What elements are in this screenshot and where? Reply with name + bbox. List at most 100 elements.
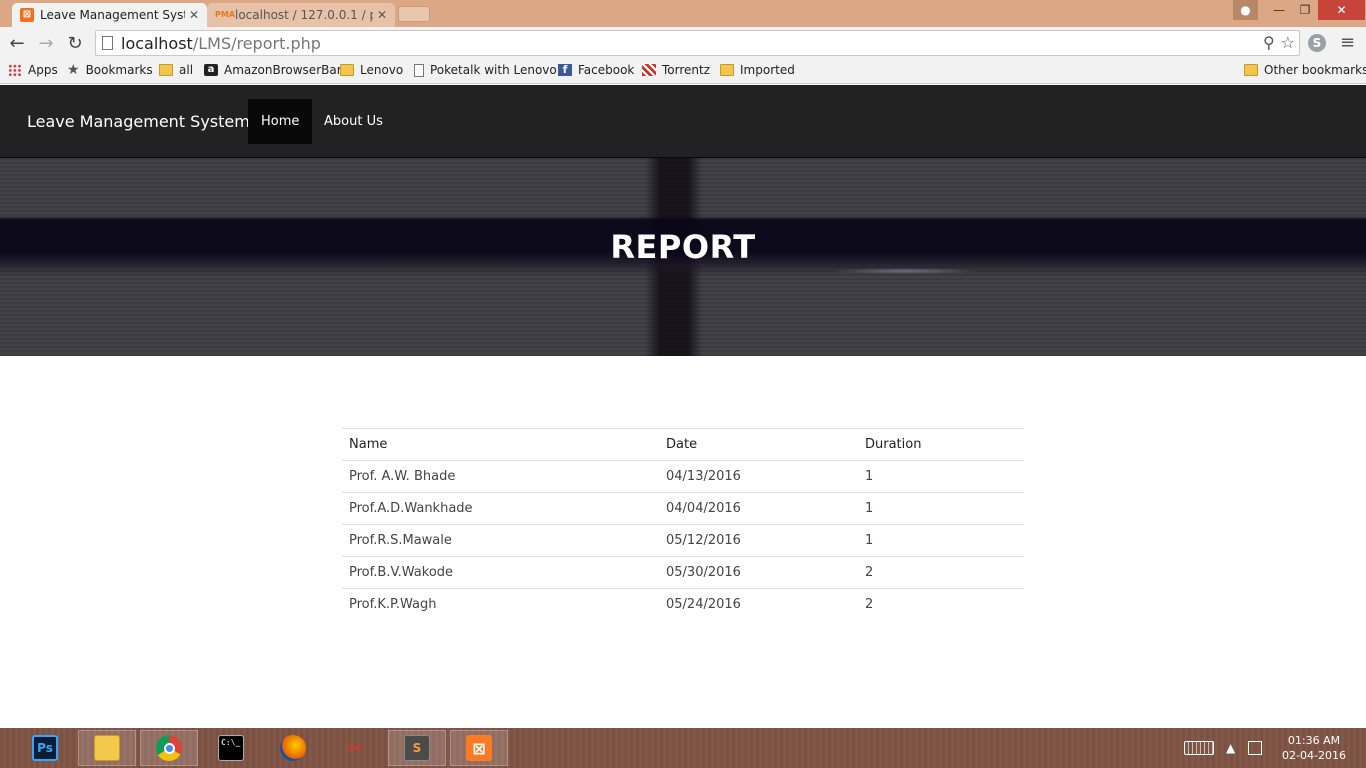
tab-title: Leave Management Syste <box>40 8 185 22</box>
taskbar-photoshop[interactable]: Ps <box>16 730 74 766</box>
taskbar-sublime-text[interactable]: S <box>388 730 446 766</box>
bookmark-other[interactable]: Other bookmarks <box>1244 63 1366 77</box>
cell-duration: 2 <box>858 588 1024 621</box>
firefox-icon <box>280 735 306 761</box>
show-hidden-icons-icon[interactable]: ▲ <box>1226 728 1235 768</box>
taskbar-chrome[interactable] <box>140 730 198 766</box>
address-bar[interactable]: localhost/LMS/report.php ⚲ ☆ <box>95 30 1300 56</box>
cell-duration: 2 <box>858 556 1024 589</box>
amazon-icon: a <box>204 64 218 76</box>
cell-name: Prof.A.D.Wankhade <box>342 492 659 525</box>
forward-arrow-icon[interactable]: → <box>35 32 57 54</box>
cell-date: 05/30/2016 <box>659 556 858 589</box>
bookmark-label: Lenovo <box>360 63 404 77</box>
touch-keyboard-icon[interactable] <box>1184 741 1214 755</box>
chrome-menu-icon[interactable]: ≡ <box>1340 32 1355 53</box>
phpmyadmin-favicon-icon: PMA <box>215 10 236 19</box>
chrome-icon <box>156 735 182 761</box>
bookmarks-bar: Apps ★ Bookmarks all a AmazonBrowserBar Le… <box>0 59 1366 84</box>
search-icon[interactable]: ⚲ <box>1263 33 1275 52</box>
bookmark-torrentz[interactable]: Torrentz <box>642 63 710 77</box>
tab-leave-management[interactable]: ⊠ Leave Management Syste ✕ <box>12 3 207 27</box>
sublime-text-icon: S <box>404 735 430 761</box>
xampp-favicon-icon: ⊠ <box>20 8 34 22</box>
power-status-icon[interactable] <box>1248 741 1262 755</box>
skype-extension-icon[interactable]: S <box>1308 34 1326 52</box>
page-icon <box>414 63 424 77</box>
hero-background-glint <box>830 268 980 274</box>
table-row: Prof.K.P.Wagh 05/24/2016 2 <box>342 588 1024 621</box>
facebook-icon: f <box>558 64 572 76</box>
file-explorer-icon <box>94 735 120 761</box>
reload-icon[interactable]: ↻ <box>64 32 86 54</box>
folder-icon <box>340 64 354 76</box>
cell-name: Prof.R.S.Mawale <box>342 524 659 557</box>
windows-taskbar: Ps C:\_ ✂ S ⊠ ▲ 01:36 AM 02-04-2016 <box>0 728 1366 768</box>
close-icon[interactable]: ✕ <box>189 8 199 22</box>
folder-icon <box>159 64 173 76</box>
url-path: /LMS/report.php <box>192 33 321 53</box>
nav-about-us[interactable]: About Us <box>311 99 396 144</box>
bookmark-label: Facebook <box>578 63 635 77</box>
bookmark-label: Other bookmarks <box>1264 63 1366 77</box>
new-tab-button[interactable] <box>398 6 430 22</box>
photoshop-icon: Ps <box>32 735 58 761</box>
bookmark-star-icon[interactable]: ☆ <box>1281 33 1295 52</box>
table-header-row: Name Date Duration <box>342 428 1024 461</box>
cell-date: 04/13/2016 <box>659 460 858 493</box>
bookmark-all[interactable]: all <box>159 63 193 77</box>
clock-time: 01:36 AM <box>1287 734 1341 747</box>
bookmark-label: Bookmarks <box>85 63 153 77</box>
taskbar-firefox[interactable] <box>264 730 322 766</box>
page-title: REPORT <box>610 228 756 266</box>
cell-duration: 1 <box>858 524 1024 557</box>
bookmark-amazon[interactable]: a AmazonBrowserBar <box>204 63 342 77</box>
page-icon <box>102 36 113 50</box>
table-row: Prof.R.S.Mawale 05/12/2016 1 <box>342 524 1024 557</box>
bookmark-label: Torrentz <box>662 63 711 77</box>
taskbar-xampp[interactable]: ⊠ <box>450 730 508 766</box>
bookmark-imported[interactable]: Imported <box>720 63 795 77</box>
report-table: Name Date Duration Prof. A.W. Bhade 04/1… <box>342 428 1024 621</box>
url-host: localhost <box>121 33 193 53</box>
taskbar-command-prompt[interactable]: C:\_ <box>202 730 260 766</box>
window-close-icon[interactable]: ✕ <box>1318 0 1365 20</box>
minimize-icon[interactable]: — <box>1266 0 1292 20</box>
apps-icon <box>8 64 22 76</box>
site-navbar: Leave Management System Home About Us <box>0 85 1366 158</box>
taskbar-file-explorer[interactable] <box>78 730 136 766</box>
back-arrow-icon[interactable]: ← <box>6 32 28 54</box>
cell-date: 05/12/2016 <box>659 524 858 557</box>
table-row: Prof.A.D.Wankhade 04/04/2016 1 <box>342 492 1024 525</box>
cell-name: Prof. A.W. Bhade <box>342 460 659 493</box>
command-prompt-icon: C:\_ <box>218 735 244 761</box>
close-icon[interactable]: ✕ <box>377 8 387 22</box>
xampp-icon: ⊠ <box>466 735 492 761</box>
browser-toolbar: ← → ↻ localhost/LMS/report.php ⚲ ☆ S ≡ <box>0 27 1366 59</box>
folder-icon <box>720 64 734 76</box>
cell-name: Prof.B.V.Wakode <box>342 556 659 589</box>
table-row: Prof. A.W. Bhade 04/13/2016 1 <box>342 460 1024 493</box>
tab-title: localhost / 127.0.0.1 / proj <box>235 8 373 22</box>
bookmark-facebook[interactable]: f Facebook <box>558 63 634 77</box>
tab-phpmyadmin[interactable]: PMA localhost / 127.0.0.1 / proj ✕ <box>207 3 395 27</box>
cell-duration: 1 <box>858 460 1024 493</box>
hero-banner: REPORT <box>0 158 1366 356</box>
bookmark-poketalk[interactable]: Poketalk with Lenovo <box>414 63 557 77</box>
bookmark-apps[interactable]: Apps <box>8 63 58 77</box>
browser-tab-strip: ⊠ Leave Management Syste ✕ PMA localhost… <box>0 0 1366 27</box>
snipping-tool-icon: ✂ <box>346 736 364 760</box>
user-profile-icon[interactable]: ● <box>1233 0 1258 20</box>
system-clock[interactable]: 01:36 AM 02-04-2016 <box>1276 733 1352 763</box>
bookmark-bookmarks[interactable]: ★ Bookmarks <box>67 63 153 77</box>
taskbar-snipping-tool[interactable]: ✂ <box>326 730 384 766</box>
cell-duration: 1 <box>858 492 1024 525</box>
bookmark-label: Apps <box>28 63 58 77</box>
cell-name: Prof.K.P.Wagh <box>342 588 659 621</box>
bookmark-lenovo[interactable]: Lenovo <box>340 63 403 77</box>
site-brand[interactable]: Leave Management System <box>27 112 250 131</box>
maximize-icon[interactable]: ❐ <box>1292 0 1318 20</box>
nav-home[interactable]: Home <box>248 99 313 144</box>
bookmark-label: Imported <box>740 63 795 77</box>
cell-date: 05/24/2016 <box>659 588 858 621</box>
